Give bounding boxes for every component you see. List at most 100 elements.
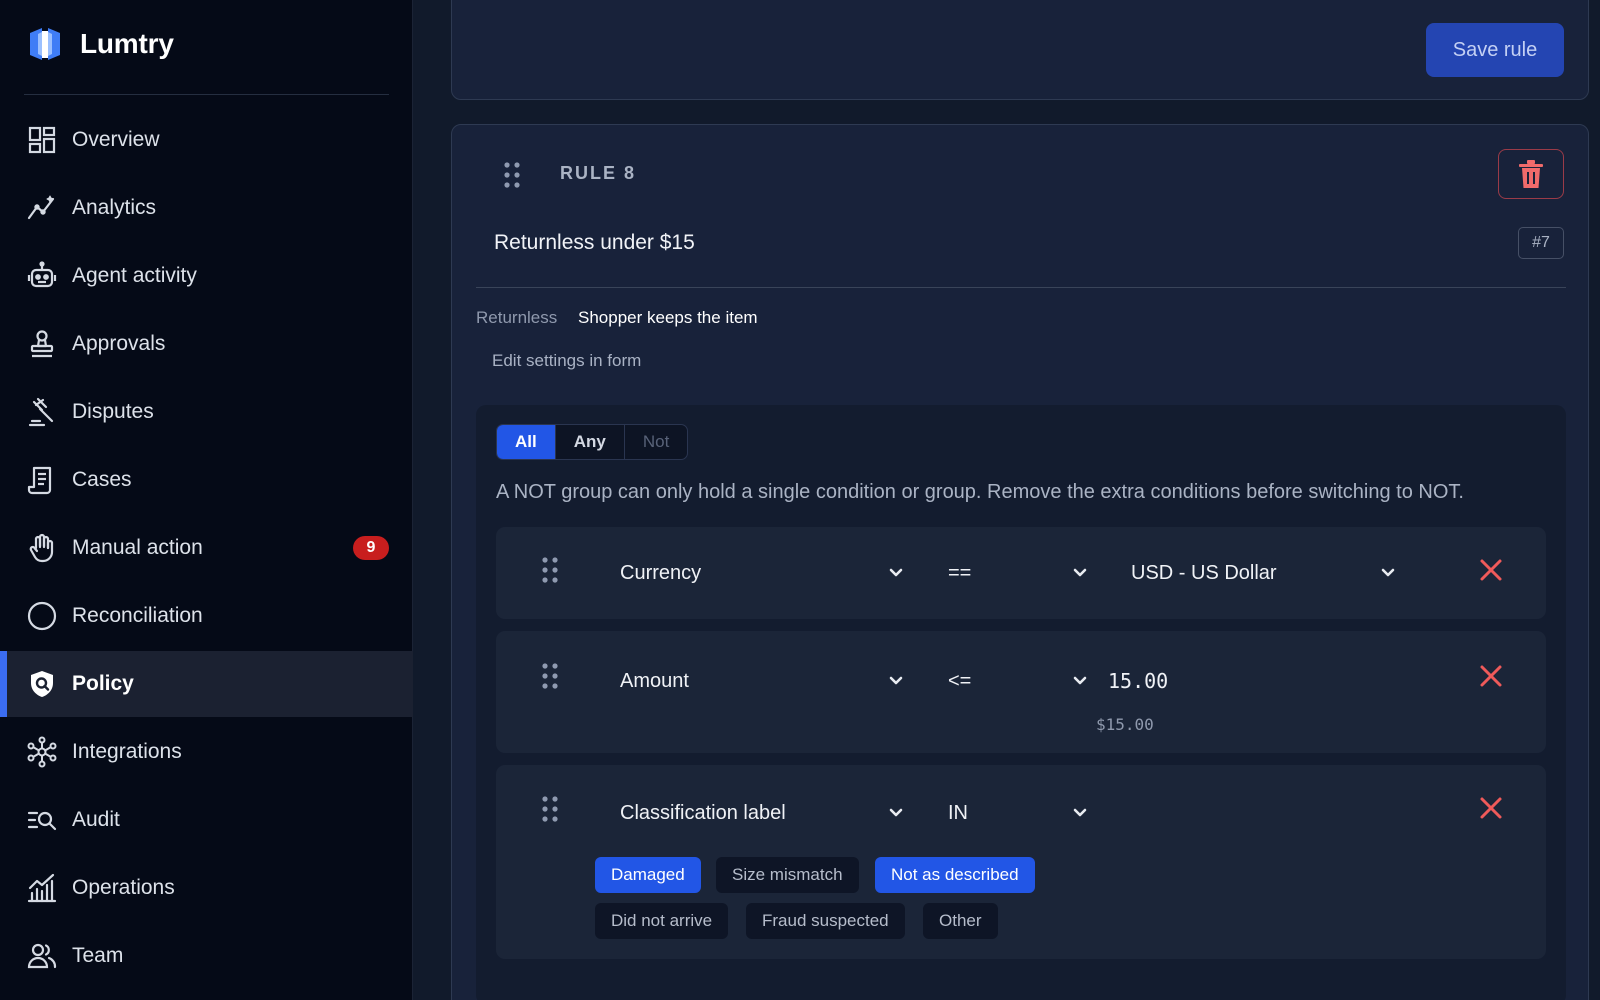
nav-item-agent-activity[interactable]: Agent activity [0, 243, 413, 309]
rule-card: RULE 8 Returnless under $15 #7 Returnles… [451, 124, 1589, 1000]
nav-item-analytics[interactable]: Analytics [0, 175, 413, 241]
drag-handle-icon[interactable] [502, 161, 522, 189]
remove-condition-icon[interactable] [1478, 663, 1504, 689]
main-content: Save rule RULE 8 Returnless under $15 #7… [413, 0, 1600, 1000]
analytics-icon [26, 192, 58, 224]
field-value: Currency [620, 561, 702, 584]
lumtry-logo-icon [30, 28, 60, 60]
action-description: Shopper keeps the item [578, 308, 758, 327]
brand[interactable]: Lumtry [26, 22, 174, 66]
count-badge: 9 [353, 536, 389, 560]
sidebar: Lumtry Overview Analytics Agent activity… [0, 0, 413, 1000]
nav-item-manual-action[interactable]: Manual action 9 [0, 515, 413, 581]
operator-select[interactable]: IN [948, 795, 1088, 831]
nav-item-reconciliation[interactable]: Reconciliation [0, 583, 413, 649]
value-select[interactable]: USD - US Dollar [1131, 555, 1396, 591]
chevron-down-icon [889, 568, 903, 577]
previous-rule-card: Save rule [451, 0, 1589, 100]
nav-label: Analytics [72, 196, 157, 219]
condition-row: Amount <= $15.00 [496, 631, 1546, 753]
nav-item-cases[interactable]: Cases [0, 447, 413, 513]
label-chip-damaged[interactable]: Damaged [595, 857, 701, 893]
nav-item-team[interactable]: Team [0, 923, 413, 989]
rule-id-tag: #7 [1518, 227, 1564, 259]
save-rule-button[interactable]: Save rule [1426, 23, 1564, 77]
robot-icon [26, 260, 58, 292]
nav-item-policy[interactable]: Policy [0, 651, 413, 717]
not-group-warning: A NOT group can only hold a single condi… [496, 481, 1464, 503]
nav-label: Disputes [72, 400, 154, 423]
circle-icon [26, 600, 58, 632]
users-icon [26, 940, 58, 972]
nav-item-audit[interactable]: Audit [0, 787, 413, 853]
condition-row: Currency == USD - US Dollar [496, 527, 1546, 619]
rule-number: RULE 8 [560, 163, 637, 183]
nav-label: Cases [72, 468, 132, 491]
rule-name[interactable]: Returnless under $15 [494, 231, 695, 255]
hand-icon [26, 532, 58, 564]
field-select[interactable]: Currency [620, 555, 904, 591]
label-chip-other[interactable]: Other [923, 903, 998, 939]
action-type-label: Returnless [476, 308, 558, 327]
nav-item-disputes[interactable]: Disputes [0, 379, 413, 445]
nav-label: Integrations [72, 740, 182, 763]
shield-icon [26, 668, 58, 700]
nav-item-integrations[interactable]: Integrations [0, 719, 413, 785]
divider [24, 94, 389, 95]
nav-item-operations[interactable]: Operations [0, 855, 413, 921]
remove-condition-icon[interactable] [1478, 557, 1504, 583]
operator-select[interactable]: <= [948, 663, 1088, 699]
nav-label: Policy [72, 672, 134, 695]
group-mode-toggle: All Any Not [496, 424, 689, 460]
overview-icon [26, 124, 58, 156]
network-icon [26, 736, 58, 768]
nav-item-approvals[interactable]: Approvals [0, 311, 413, 377]
main-nav: Overview Analytics Agent activity Approv… [0, 107, 413, 991]
nav-label: Reconciliation [72, 604, 203, 627]
operator-value: == [948, 561, 972, 584]
audit-search-icon [26, 804, 58, 836]
value-display: USD - US Dollar [1131, 561, 1277, 584]
chevron-down-icon [889, 676, 903, 685]
mode-all-button[interactable]: All [497, 425, 556, 459]
label-chip-fraud-suspected[interactable]: Fraud suspected [746, 903, 905, 939]
divider [476, 287, 1566, 288]
amount-input[interactable] [1108, 663, 1228, 699]
field-select[interactable]: Amount [620, 663, 904, 699]
nav-label: Manual action [72, 536, 203, 559]
chevron-down-icon [1073, 676, 1087, 685]
delete-rule-button[interactable] [1498, 149, 1564, 199]
field-select[interactable]: Classification label [620, 795, 904, 831]
edit-settings-link[interactable]: Edit settings in form [492, 351, 641, 371]
chevron-down-icon [1073, 568, 1087, 577]
chevron-down-icon [889, 808, 903, 817]
condition-group: All Any Not A NOT group can only hold a … [476, 405, 1566, 1000]
field-value: Amount [620, 669, 689, 692]
remove-condition-icon[interactable] [1478, 795, 1504, 821]
chevron-down-icon [1381, 568, 1395, 577]
bar-chart-icon [26, 872, 58, 904]
nav-label: Team [72, 944, 124, 967]
operator-value: IN [948, 801, 968, 824]
field-value: Classification label [620, 801, 786, 824]
nav-label: Overview [72, 128, 160, 151]
mode-not-button[interactable]: Not [625, 425, 687, 459]
nav-label: Approvals [72, 332, 166, 355]
nav-label: Audit [72, 808, 120, 831]
gavel-icon [26, 396, 58, 428]
trash-icon [1519, 160, 1543, 188]
receipt-icon [26, 464, 58, 496]
label-chip-size-mismatch[interactable]: Size mismatch [716, 857, 859, 893]
stamp-icon [26, 328, 58, 360]
nav-item-overview[interactable]: Overview [0, 107, 413, 173]
label-chip-not-as-described[interactable]: Not as described [875, 857, 1035, 893]
drag-handle-icon[interactable] [540, 556, 560, 584]
amount-hint: $15.00 [1096, 715, 1154, 734]
operator-select[interactable]: == [948, 555, 1088, 591]
nav-label: Agent activity [72, 264, 197, 287]
condition-row: Classification label IN Damaged Size mis… [496, 765, 1546, 959]
label-chip-did-not-arrive[interactable]: Did not arrive [595, 903, 729, 939]
mode-any-button[interactable]: Any [556, 425, 625, 459]
drag-handle-icon[interactable] [540, 795, 560, 823]
drag-handle-icon[interactable] [540, 662, 560, 690]
